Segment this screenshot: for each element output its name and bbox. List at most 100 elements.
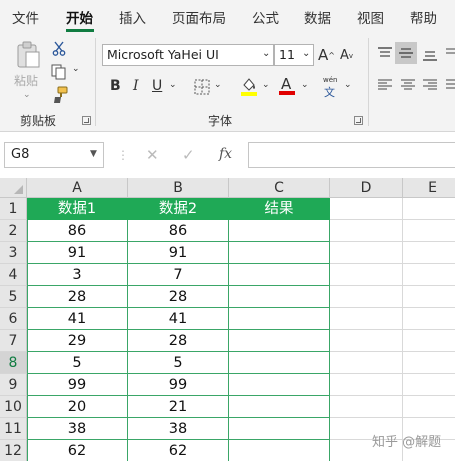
cell-a6[interactable]: 41 <box>27 308 128 330</box>
underline-dropdown-icon[interactable]: ⌄ <box>169 80 177 90</box>
cell-b7[interactable]: 28 <box>128 330 229 352</box>
tab-home[interactable]: 开始 <box>66 7 93 27</box>
cell-c3[interactable] <box>229 242 330 264</box>
cell-b9[interactable]: 99 <box>128 374 229 396</box>
font-size-select[interactable]: 11 ⌄ <box>274 44 314 66</box>
name-box[interactable]: G8 <box>4 142 104 168</box>
cell-b6[interactable]: 41 <box>128 308 229 330</box>
row-header-9[interactable]: 9 <box>0 374 27 396</box>
cell-a12[interactable]: 62 <box>27 440 128 461</box>
align-top-icon[interactable] <box>377 46 393 60</box>
cell-d6[interactable] <box>330 308 403 330</box>
cell-b5[interactable]: 28 <box>128 286 229 308</box>
cut-icon[interactable] <box>51 40 67 56</box>
enter-icon[interactable]: ✓ <box>182 146 195 164</box>
cell-e10[interactable] <box>403 396 455 418</box>
row-header-5[interactable]: 5 <box>0 286 27 308</box>
font-name-select[interactable]: Microsoft YaHei UI ⌄ <box>102 44 274 66</box>
align-center-icon[interactable] <box>400 78 416 92</box>
cell-e7[interactable] <box>403 330 455 352</box>
cell-c1[interactable]: 结果 <box>229 198 330 220</box>
format-painter-icon[interactable] <box>51 86 69 104</box>
cell-a10[interactable]: 20 <box>27 396 128 418</box>
cell-b8[interactable]: 5 <box>128 352 229 374</box>
borders-icon[interactable] <box>194 79 210 95</box>
cell-a8[interactable]: 5 <box>27 352 128 374</box>
column-header-a[interactable]: A <box>27 178 128 198</box>
cell-d2[interactable] <box>330 220 403 242</box>
column-header-c[interactable]: C <box>229 178 330 198</box>
cell-d5[interactable] <box>330 286 403 308</box>
cell-a3[interactable]: 91 <box>27 242 128 264</box>
fill-color-icon[interactable] <box>240 76 258 96</box>
font-color-icon[interactable]: A <box>279 75 295 95</box>
cell-b2[interactable]: 86 <box>128 220 229 242</box>
align-left-icon[interactable] <box>377 78 393 92</box>
phonetic-dropdown-icon[interactable]: ⌄ <box>344 80 352 90</box>
cell-c9[interactable] <box>229 374 330 396</box>
column-header-e[interactable]: E <box>403 178 455 198</box>
font-color-dropdown-icon[interactable]: ⌄ <box>301 80 309 90</box>
cell-c7[interactable] <box>229 330 330 352</box>
cell-b3[interactable]: 91 <box>128 242 229 264</box>
insert-function-icon[interactable]: fx <box>219 146 232 162</box>
cell-c4[interactable] <box>229 264 330 286</box>
name-box-dropdown-icon[interactable]: ▼ <box>90 149 97 159</box>
cell-d4[interactable] <box>330 264 403 286</box>
column-header-b[interactable]: B <box>128 178 229 198</box>
cell-a11[interactable]: 38 <box>27 418 128 440</box>
cell-a9[interactable]: 99 <box>27 374 128 396</box>
phonetic-guide-icon[interactable]: wén 文 <box>322 76 340 99</box>
cell-e9[interactable] <box>403 374 455 396</box>
row-header-10[interactable]: 10 <box>0 396 27 418</box>
column-header-d[interactable]: D <box>330 178 403 198</box>
wrap-text-icon[interactable] <box>445 46 455 60</box>
tab-view[interactable]: 视图 <box>357 7 384 27</box>
cell-a2[interactable]: 86 <box>27 220 128 242</box>
cell-c10[interactable] <box>229 396 330 418</box>
font-launcher-icon[interactable] <box>354 116 363 125</box>
cell-a1[interactable]: 数据1 <box>27 198 128 220</box>
row-header-7[interactable]: 7 <box>0 330 27 352</box>
align-middle-button[interactable] <box>395 42 417 64</box>
row-header-1[interactable]: 1 <box>0 198 27 220</box>
cell-b11[interactable]: 38 <box>128 418 229 440</box>
clipboard-launcher-icon[interactable] <box>82 116 91 125</box>
cell-c5[interactable] <box>229 286 330 308</box>
cell-e6[interactable] <box>403 308 455 330</box>
row-header-8[interactable]: 8 <box>0 352 27 374</box>
cell-e3[interactable] <box>403 242 455 264</box>
row-header-3[interactable]: 3 <box>0 242 27 264</box>
increase-font-icon[interactable]: A ^ <box>318 46 335 64</box>
row-header-6[interactable]: 6 <box>0 308 27 330</box>
fill-color-dropdown-icon[interactable]: ⌄ <box>262 80 270 90</box>
tab-help[interactable]: 帮助 <box>410 7 437 27</box>
indent-icon[interactable] <box>445 78 455 92</box>
tab-formulas[interactable]: 公式 <box>252 7 279 27</box>
row-header-12[interactable]: 12 <box>0 440 27 461</box>
tab-page-layout[interactable]: 页面布局 <box>172 7 226 27</box>
cell-d7[interactable] <box>330 330 403 352</box>
decrease-font-icon[interactable]: Av <box>340 48 353 63</box>
align-bottom-icon[interactable] <box>422 48 438 62</box>
cell-c6[interactable] <box>229 308 330 330</box>
row-header-4[interactable]: 4 <box>0 264 27 286</box>
cell-a4[interactable]: 3 <box>27 264 128 286</box>
cancel-icon[interactable]: ✕ <box>146 146 159 164</box>
cell-e8[interactable] <box>403 352 455 374</box>
cell-d10[interactable] <box>330 396 403 418</box>
cell-e4[interactable] <box>403 264 455 286</box>
row-header-2[interactable]: 2 <box>0 220 27 242</box>
underline-button[interactable]: U <box>152 78 162 94</box>
formula-input[interactable] <box>248 142 455 168</box>
italic-button[interactable]: I <box>133 78 139 94</box>
align-right-icon[interactable] <box>422 78 438 92</box>
cell-c12[interactable] <box>229 440 330 461</box>
cell-e5[interactable] <box>403 286 455 308</box>
row-header-11[interactable]: 11 <box>0 418 27 440</box>
cell-e1[interactable] <box>403 198 455 220</box>
cell-b10[interactable]: 21 <box>128 396 229 418</box>
cell-a5[interactable]: 28 <box>27 286 128 308</box>
paste-button[interactable]: 粘贴 ⌄ <box>10 38 46 104</box>
spreadsheet-grid[interactable]: A B C D E 1 数据1 数据2 结果 2 86 86 3 91 91 4 3 7 5 28 28 6 41 41 7 29… <box>0 178 455 461</box>
